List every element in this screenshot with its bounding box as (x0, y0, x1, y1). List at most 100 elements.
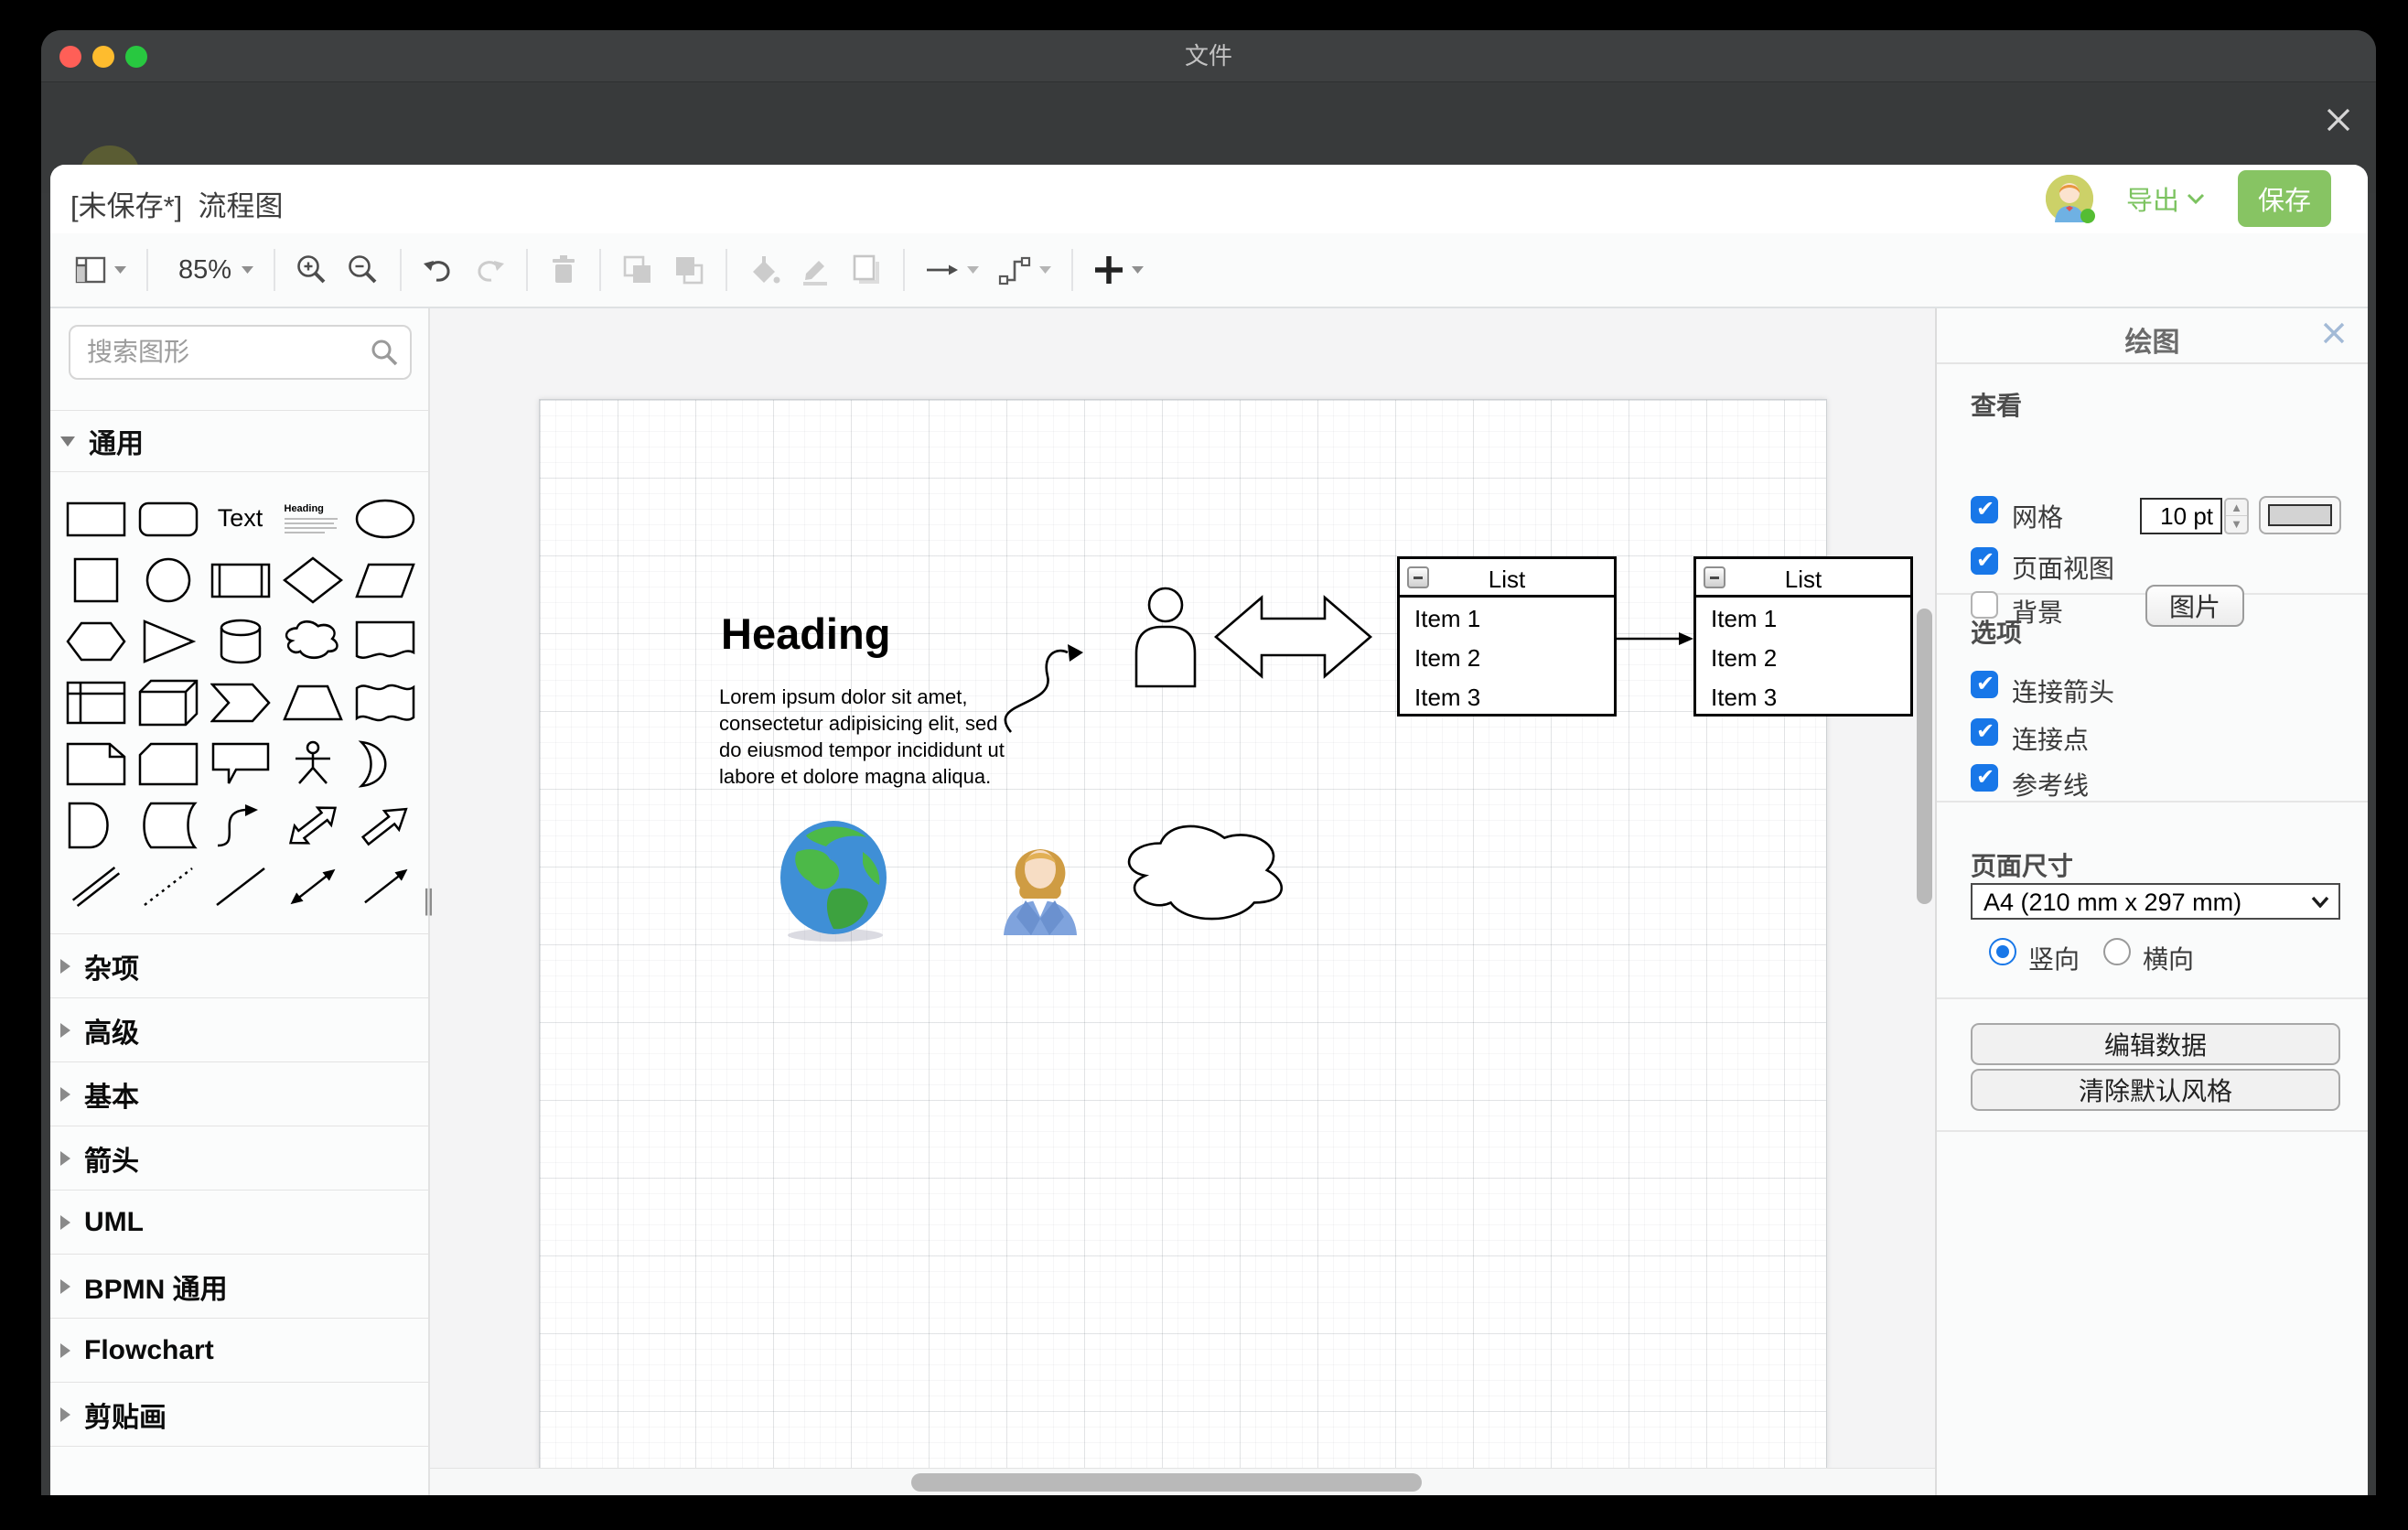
shape-data-storage[interactable] (132, 794, 204, 856)
vertical-scrollbar[interactable] (1917, 609, 1932, 904)
portrait-radio[interactable] (1989, 938, 2016, 965)
clear-default-style-button[interactable]: 清除默认风格 (1971, 1069, 2340, 1111)
shape-tape[interactable] (349, 672, 421, 733)
shape-actor[interactable] (276, 733, 349, 794)
shape-internal-storage[interactable] (59, 672, 132, 733)
shape-cylinder[interactable] (204, 610, 276, 672)
shape-circle[interactable] (132, 549, 204, 610)
shape-text[interactable]: Text (204, 488, 276, 549)
shape-square[interactable] (59, 549, 132, 610)
shape-trapezoid[interactable] (276, 672, 349, 733)
earth-globe-clipart[interactable] (779, 819, 892, 942)
diagram-canvas[interactable]: Heading Lorem ipsum dolor sit amet, cons… (430, 308, 1935, 1495)
insert-button[interactable] (1092, 253, 1145, 286)
to-front-button[interactable] (620, 253, 655, 287)
sidebar-collapse-handle[interactable]: ∥ (422, 885, 435, 917)
user-avatar[interactable] (2046, 175, 2093, 222)
shape-ellipse[interactable] (349, 488, 421, 549)
list-item[interactable]: Item 2 (1696, 637, 1910, 676)
shape-cube[interactable] (132, 672, 204, 733)
shape-step[interactable] (204, 672, 276, 733)
list-item[interactable]: Item 2 (1400, 637, 1614, 676)
connection-arrows-checkbox[interactable] (1971, 671, 1998, 698)
shape-rounded-rectangle[interactable] (132, 488, 204, 549)
cloud-shape[interactable] (1118, 816, 1288, 924)
actor-shape[interactable] (1133, 586, 1199, 688)
shape-curve[interactable] (204, 794, 276, 856)
connector-arrow[interactable] (1617, 627, 1695, 652)
shape-bidirectional-connector[interactable] (276, 856, 349, 917)
list-item[interactable]: Item 3 (1696, 676, 1910, 716)
shape-cloud[interactable] (276, 610, 349, 672)
canvas-paragraph-text[interactable]: Lorem ipsum dolor sit amet, consectetur … (719, 684, 1012, 790)
shape-dashed-line[interactable] (132, 856, 204, 917)
shape-directional-connector[interactable] (349, 856, 421, 917)
edit-data-button[interactable]: 编辑数据 (1971, 1023, 2340, 1065)
sidebar-section-4[interactable]: 箭头 (50, 1126, 428, 1190)
page-view-menu-button[interactable] (73, 253, 127, 286)
grid-checkbox[interactable] (1971, 496, 1998, 523)
shape-triangle[interactable] (132, 610, 204, 672)
panel-close-icon[interactable] (2322, 321, 2346, 345)
sidebar-section-8[interactable]: 剪贴画 (50, 1382, 428, 1446)
connection-style-button[interactable] (924, 253, 980, 286)
horizontal-scrollbar[interactable] (911, 1473, 1422, 1492)
shape-or[interactable] (349, 733, 421, 794)
grid-size-input[interactable] (2140, 498, 2222, 534)
delete-button[interactable] (547, 253, 580, 286)
search-input[interactable] (69, 325, 412, 380)
sidebar-section-2[interactable]: 高级 (50, 997, 428, 1061)
sidebar-section-general[interactable]: 通用 (50, 411, 428, 471)
shape-document[interactable] (349, 610, 421, 672)
sidebar-section-6[interactable]: BPMN 通用 (50, 1254, 428, 1318)
page-size-select[interactable]: A4 (210 mm x 297 mm) (1971, 883, 2340, 920)
sidebar-section-1[interactable]: 杂项 (50, 933, 428, 997)
close-icon[interactable] (2325, 106, 2352, 134)
undo-button[interactable] (421, 253, 456, 286)
list-item[interactable]: Item 1 (1400, 598, 1614, 637)
list-item[interactable]: Item 3 (1400, 676, 1614, 716)
sidebar-section-5[interactable]: UML (50, 1190, 428, 1254)
shape-and[interactable] (59, 794, 132, 856)
guides-checkbox[interactable] (1971, 764, 1998, 792)
zoom-out-button[interactable] (346, 253, 381, 287)
shape-note[interactable] (59, 733, 132, 794)
list-shape[interactable]: ListItem 1Item 2Item 3 (1397, 556, 1617, 717)
connection-points-checkbox[interactable] (1971, 718, 1998, 746)
zoom-in-button[interactable] (295, 253, 329, 287)
sidebar-section-3[interactable]: 基本 (50, 1061, 428, 1126)
shape-diamond[interactable] (276, 549, 349, 610)
shadow-button[interactable] (849, 253, 884, 287)
curve-arrow-shape[interactable] (993, 629, 1093, 738)
list-item[interactable]: Item 1 (1696, 598, 1910, 637)
canvas-heading-text[interactable]: Heading (721, 609, 890, 659)
stepper-down-icon[interactable]: ▼ (2226, 516, 2247, 533)
redo-button[interactable] (472, 253, 507, 286)
list-shape[interactable]: ListItem 1Item 2Item 3 (1693, 556, 1913, 717)
shape-card[interactable] (132, 733, 204, 794)
shape-link[interactable] (59, 856, 132, 917)
grid-size-stepper[interactable]: ▲▼ (2224, 498, 2249, 534)
shape-callout[interactable] (204, 733, 276, 794)
zoom-level-button[interactable]: 85% (167, 255, 254, 286)
shape-bidirectional-arrow[interactable] (276, 794, 349, 856)
waypoint-style-button[interactable] (996, 252, 1052, 288)
shape-hexagon[interactable] (59, 610, 132, 672)
shape-parallelogram[interactable] (349, 549, 421, 610)
landscape-radio[interactable] (2103, 938, 2131, 965)
to-back-button[interactable] (672, 253, 706, 287)
drawing-page[interactable]: Heading Lorem ipsum dolor sit amet, cons… (539, 399, 1827, 1469)
stepper-up-icon[interactable]: ▲ (2226, 500, 2247, 516)
businesswoman-clipart[interactable] (998, 833, 1082, 938)
page-view-checkbox[interactable] (1971, 547, 1998, 575)
sidebar-section-7[interactable]: Flowchart (50, 1318, 428, 1382)
shape-directional-arrow[interactable] (349, 794, 421, 856)
shape-line[interactable] (204, 856, 276, 917)
double-arrow-shape[interactable] (1214, 588, 1372, 686)
shape-textbox[interactable]: Heading (276, 488, 349, 549)
shape-rectangle[interactable] (59, 488, 132, 549)
save-button[interactable]: 保存 (2238, 170, 2331, 227)
export-button[interactable]: 导出 (2126, 179, 2205, 218)
shape-process[interactable] (204, 549, 276, 610)
fill-color-button[interactable] (747, 253, 781, 287)
